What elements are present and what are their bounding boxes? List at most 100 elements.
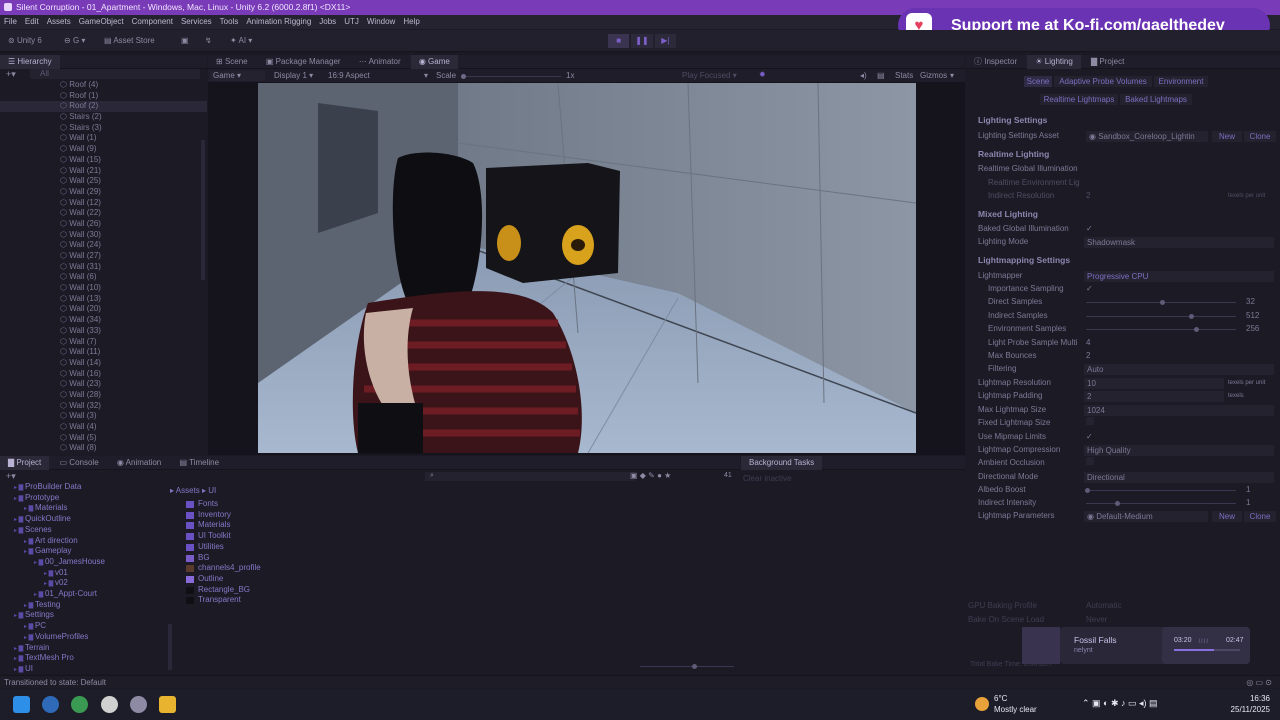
subtab-apv[interactable]: Adaptive Probe Volumes xyxy=(1054,76,1152,87)
indirect-samples-value[interactable]: 512 xyxy=(1246,310,1259,322)
mixed-lighting-header[interactable]: Mixed Lighting xyxy=(978,209,1038,219)
menu-services[interactable]: Services xyxy=(181,17,212,26)
project-tree-item[interactable]: ProBuilder Data xyxy=(14,482,81,493)
env-samples-slider[interactable] xyxy=(1086,329,1236,330)
lightmap-resolution-field[interactable]: 10 xyxy=(1084,378,1224,389)
env-samples-value[interactable]: 256 xyxy=(1246,323,1259,335)
direct-samples-value[interactable]: 32 xyxy=(1246,296,1255,308)
ai-button[interactable]: ✦ AI ▾ xyxy=(230,36,252,45)
filtering-dropdown[interactable]: Auto xyxy=(1084,364,1274,375)
bake-on-scene-load-value[interactable]: Never xyxy=(1086,614,1107,626)
github-icon[interactable] xyxy=(130,696,147,713)
menu-jobs[interactable]: Jobs xyxy=(319,17,336,26)
hierarchy-item[interactable]: Wall (34) xyxy=(0,315,207,326)
menu-assets[interactable]: Assets xyxy=(47,17,71,26)
start-icon[interactable] xyxy=(13,696,30,713)
scale-slider[interactable] xyxy=(461,76,561,77)
hierarchy-item[interactable]: Wall (1) xyxy=(0,133,207,144)
account-button[interactable]: ⊚ Unity 6 xyxy=(8,36,42,45)
project-tree-item[interactable]: Materials xyxy=(24,503,67,514)
project-tree-item[interactable]: Scenes xyxy=(14,525,52,536)
tab-hierarchy[interactable]: ☰ Hierarchy xyxy=(0,55,60,69)
project-tree-item[interactable]: VolumeProfiles xyxy=(24,632,88,643)
ambient-occlusion-checkbox[interactable] xyxy=(1086,457,1094,465)
project-asset-item[interactable]: Transparent xyxy=(186,595,241,606)
play-focused-dropdown[interactable]: Play Focused ▾ xyxy=(682,71,737,80)
project-asset-item[interactable]: Inventory xyxy=(186,510,231,521)
params-clone-button[interactable]: Clone xyxy=(1244,511,1276,522)
fixed-lightmap-size-checkbox[interactable] xyxy=(1086,417,1094,425)
directional-mode-dropdown[interactable]: Directional xyxy=(1084,472,1274,483)
lighting-mode-dropdown[interactable]: Shadowmask xyxy=(1084,237,1274,248)
hierarchy-item[interactable]: Wall (21) xyxy=(0,166,207,177)
hierarchy-item[interactable]: Wall (32) xyxy=(0,401,207,412)
subtab-environment[interactable]: Environment xyxy=(1154,76,1208,87)
hierarchy-item[interactable]: Wall (7) xyxy=(0,337,207,348)
lightmap-padding-field[interactable]: 2 xyxy=(1084,391,1224,402)
direct-samples-knob[interactable] xyxy=(1160,300,1165,305)
hierarchy-item[interactable]: Wall (25) xyxy=(0,176,207,187)
tab-inspector[interactable]: ⓘ Inspector xyxy=(966,55,1025,69)
pause-button[interactable]: ❚❚ xyxy=(631,34,653,48)
tray-icons[interactable]: ⌃ ▣ ◐ ✱ ♪ ▭ ◂) ▤ xyxy=(1082,698,1158,709)
hierarchy-item[interactable]: Wall (23) xyxy=(0,379,207,390)
browser-icon[interactable] xyxy=(71,696,88,713)
hierarchy-item[interactable]: Wall (8) xyxy=(0,443,207,454)
layers-icon[interactable]: ▣ xyxy=(181,36,189,45)
hierarchy-item[interactable]: Wall (24) xyxy=(0,240,207,251)
indirect-res-value[interactable]: 2 xyxy=(1086,190,1090,202)
game-viewport[interactable] xyxy=(258,83,916,453)
tab-project[interactable]: ▇ Project xyxy=(0,456,50,470)
hierarchy-item[interactable]: Wall (6) xyxy=(0,272,207,283)
tab-timeline[interactable]: ▤ Timeline xyxy=(171,456,227,470)
max-bounces-value[interactable]: 2 xyxy=(1086,350,1090,362)
hierarchy-item[interactable]: Wall (16) xyxy=(0,369,207,380)
project-asset-item[interactable]: channels4_profile xyxy=(186,563,261,574)
hierarchy-item[interactable]: Wall (13) xyxy=(0,294,207,305)
hierarchy-item[interactable]: Roof (4) xyxy=(0,80,207,91)
env-samples-knob[interactable] xyxy=(1194,327,1199,332)
hierarchy-item[interactable]: Wall (4) xyxy=(0,422,207,433)
menu-animation-rigging[interactable]: Animation Rigging xyxy=(246,17,311,26)
hierarchy-item[interactable]: Wall (31) xyxy=(0,262,207,273)
settings-asset-field[interactable]: ◉ Sandbox_Coreloop_Lightin xyxy=(1086,131,1208,142)
clear-inactive-button[interactable]: Clear inactive xyxy=(743,474,791,483)
menu-edit[interactable]: Edit xyxy=(25,17,39,26)
tab-console[interactable]: ▭ Console xyxy=(52,456,107,470)
step-button[interactable]: ▶| xyxy=(654,34,676,48)
project-tree-item[interactable]: UI xyxy=(14,664,33,674)
indirect-intensity-slider[interactable] xyxy=(1086,503,1236,504)
game-mode-dropdown[interactable]: Game ▾ xyxy=(210,71,265,81)
hierarchy-item[interactable]: Wall (10) xyxy=(0,283,207,294)
stats-button[interactable]: Stats xyxy=(895,71,913,80)
display-dropdown[interactable]: Display 1 ▾ xyxy=(274,71,313,80)
project-asset-item[interactable]: Fonts xyxy=(186,499,218,510)
tab-game[interactable]: ◉ Game xyxy=(410,55,458,69)
project-tree-item[interactable]: Prototype xyxy=(14,493,59,504)
project-search-input[interactable]: ⌕ xyxy=(425,472,635,481)
edge-icon[interactable] xyxy=(42,696,59,713)
hierarchy-item[interactable]: Wall (5) xyxy=(0,433,207,444)
albedo-boost-knob[interactable] xyxy=(1085,488,1090,493)
hierarchy-item[interactable]: Wall (22) xyxy=(0,208,207,219)
hierarchy-scrollbar[interactable] xyxy=(201,140,205,280)
hierarchy-item[interactable]: Stairs (3) xyxy=(0,123,207,134)
add-icon[interactable]: +▾ xyxy=(6,69,16,80)
tab-lighting[interactable]: ☀ Lighting xyxy=(1027,55,1081,69)
menu-utj[interactable]: UTJ xyxy=(344,17,359,26)
project-asset-item[interactable]: Materials xyxy=(186,520,230,531)
settings-clone-button[interactable]: Clone xyxy=(1244,131,1276,142)
hierarchy-item[interactable]: Wall (11) xyxy=(0,347,207,358)
project-asset-item[interactable]: BG xyxy=(186,553,210,564)
tab-project-right[interactable]: ▇ Project xyxy=(1083,55,1132,69)
file-explorer-icon[interactable] xyxy=(159,696,176,713)
tab-animator[interactable]: ⋯ Animator xyxy=(351,55,409,69)
hierarchy-item[interactable]: Wall (20) xyxy=(0,304,207,315)
hierarchy-item[interactable]: Wall (14) xyxy=(0,358,207,369)
gpu-baking-profile-value[interactable]: Automatic xyxy=(1086,600,1122,612)
hierarchy-item[interactable]: Wall (27) xyxy=(0,251,207,262)
max-lightmap-size-dropdown[interactable]: 1024 xyxy=(1084,405,1274,416)
asset-store-button[interactable]: ▤ Asset Store xyxy=(104,36,155,45)
breadcrumb-assets[interactable]: Assets xyxy=(176,486,200,495)
albedo-boost-slider[interactable] xyxy=(1086,490,1236,491)
